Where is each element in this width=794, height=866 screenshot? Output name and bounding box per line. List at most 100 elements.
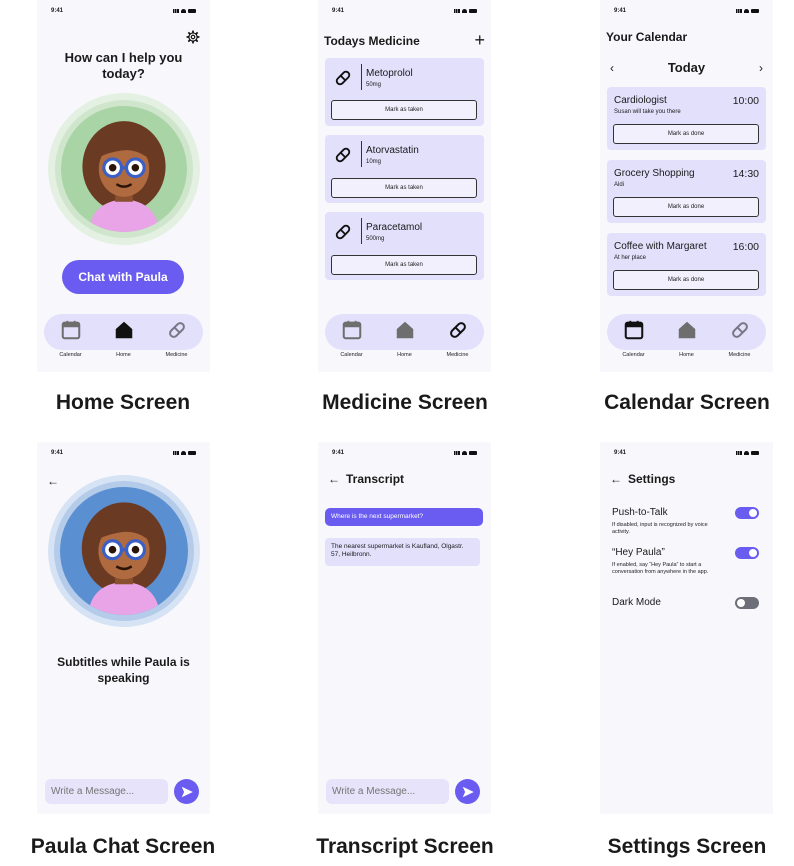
nav-medicine[interactable]: Medicine <box>157 312 197 358</box>
chat-with-paula-button[interactable]: Chat with Paula <box>62 260 184 294</box>
page-title: Your Calendar <box>606 30 688 44</box>
nav-home[interactable]: Home <box>104 312 144 358</box>
gear-icon[interactable] <box>186 30 200 44</box>
nav-label-calendar: Calendar <box>622 352 645 358</box>
chevron-left-icon[interactable]: ‹ <box>610 61 614 75</box>
medicine-dose: 500mg <box>366 236 385 242</box>
status-icons <box>736 451 759 455</box>
status-bar: 9:41 <box>614 449 759 457</box>
nav-calendar[interactable]: Calendar <box>614 312 654 358</box>
medicine-name: Metoprolol <box>366 68 413 79</box>
add-icon[interactable]: + <box>474 30 485 51</box>
message-input[interactable] <box>45 779 168 804</box>
status-time: 9:41 <box>332 450 345 456</box>
mark-done-button[interactable]: Mark as done <box>613 124 759 144</box>
back-arrow-icon[interactable]: ← <box>328 472 340 486</box>
chat-screen: 9:41 ← Subtitles while Paula is speaking <box>37 442 210 814</box>
status-bar: 9:41 <box>614 7 759 15</box>
event-card: Grocery Shopping 14:30 Aldi Mark as done <box>607 160 766 223</box>
calendar-header: Your Calendar <box>606 30 767 44</box>
pill-icon <box>333 222 353 242</box>
hey-paula-toggle[interactable] <box>735 547 759 559</box>
day-navigator: ‹ Today › <box>610 60 763 75</box>
nav-label-calendar: Calendar <box>59 352 82 358</box>
medicine-card: Paracetamol 500mg Mark as taken <box>325 212 484 280</box>
mark-taken-button[interactable]: Mark as taken <box>331 100 477 120</box>
event-note: At her place <box>614 255 647 261</box>
home-icon <box>676 319 698 341</box>
send-button[interactable] <box>174 779 199 804</box>
page-title: Transcript <box>346 472 405 486</box>
nav-home[interactable]: Home <box>667 312 707 358</box>
event-note: Susan will take you there <box>614 109 681 115</box>
home-screen: 9:41 How can I help you today? Chat with… <box>37 0 210 372</box>
medicine-card: Metoprolol 50mg Mark as taken <box>325 58 484 126</box>
nav-label-home: Home <box>679 352 694 358</box>
nav-label-home: Home <box>116 352 131 358</box>
event-card: Coffee with Margaret 16:00 At her place … <box>607 233 766 296</box>
back-arrow-icon[interactable]: ← <box>47 474 59 488</box>
send-icon <box>181 786 193 797</box>
medicine-dose: 10mg <box>366 159 382 165</box>
avatar <box>60 487 188 615</box>
nav-label-medicine: Medicine <box>165 352 188 358</box>
medicine-name: Atorvastatin <box>366 145 419 156</box>
nav-medicine[interactable]: Medicine <box>720 312 760 358</box>
medicine-header: Todays Medicine + <box>324 30 485 51</box>
nav-label-calendar: Calendar <box>340 352 363 358</box>
status-icons <box>454 9 477 13</box>
event-time: 16:00 <box>732 241 759 253</box>
nav-medicine[interactable]: Medicine <box>438 312 478 358</box>
home-icon <box>394 319 416 341</box>
status-icons <box>736 9 759 13</box>
home-title: How can I help you today? <box>64 50 183 81</box>
mark-taken-button[interactable]: Mark as taken <box>331 178 477 198</box>
event-time: 10:00 <box>732 95 759 107</box>
push-to-talk-toggle[interactable] <box>735 507 759 519</box>
home-icon <box>113 319 135 341</box>
status-bar: 9:41 <box>332 7 477 15</box>
nav-home[interactable]: Home <box>385 312 425 358</box>
event-note: Aldi <box>614 182 625 188</box>
event-card: Cardiologist 10:00 Susan will take you t… <box>607 87 766 150</box>
message-input[interactable] <box>326 779 449 804</box>
mark-taken-button[interactable]: Mark as taken <box>331 255 477 275</box>
status-time: 9:41 <box>51 8 64 14</box>
dark-mode-toggle[interactable] <box>735 597 759 609</box>
bottom-nav: Calendar Home Medicine <box>607 312 766 358</box>
back-arrow-icon[interactable]: ← <box>610 472 622 486</box>
transcript-screen: 9:41 ← Transcript Where is the next supe… <box>318 442 491 814</box>
setting-label: Push-to-Talk <box>612 507 668 518</box>
medicine-card: Atorvastatin 10mg Mark as taken <box>325 135 484 203</box>
send-button[interactable] <box>455 779 480 804</box>
medicine-dose: 50mg <box>366 82 382 88</box>
event-title: Coffee with Margaret <box>614 241 707 252</box>
pill-icon <box>729 319 751 341</box>
pill-icon <box>333 68 353 88</box>
calendar-screen: 9:41 Your Calendar ‹ Today › Cardiologis… <box>600 0 773 372</box>
status-icons <box>173 9 196 13</box>
send-icon <box>462 786 474 797</box>
nav-label-medicine: Medicine <box>728 352 751 358</box>
calendar-icon <box>623 319 645 341</box>
assistant-message: The nearest supermarket is Kaufland, Olg… <box>325 538 480 566</box>
user-message: Where is the next supermarket? <box>325 508 483 526</box>
page-title: Settings <box>628 472 676 486</box>
caption-transcript: Transcript Screen <box>316 835 494 858</box>
event-time: 14:30 <box>732 168 759 180</box>
bottom-nav: Calendar Home Medicine <box>325 312 484 358</box>
mark-done-button[interactable]: Mark as done <box>613 270 759 290</box>
nav-calendar[interactable]: Calendar <box>332 312 372 358</box>
chevron-right-icon[interactable]: › <box>759 61 763 75</box>
subtitles-text: Subtitles while Paula is speaking <box>57 655 190 685</box>
nav-calendar[interactable]: Calendar <box>51 312 91 358</box>
mark-done-button[interactable]: Mark as done <box>613 197 759 217</box>
pill-icon <box>166 319 188 341</box>
nav-label-home: Home <box>397 352 412 358</box>
caption-calendar: Calendar Screen <box>604 391 770 414</box>
caption-home: Home Screen <box>55 391 191 414</box>
transcript-header: ← Transcript <box>328 472 485 486</box>
calendar-icon <box>60 319 82 341</box>
current-day: Today <box>667 60 706 75</box>
status-icons <box>173 451 196 455</box>
